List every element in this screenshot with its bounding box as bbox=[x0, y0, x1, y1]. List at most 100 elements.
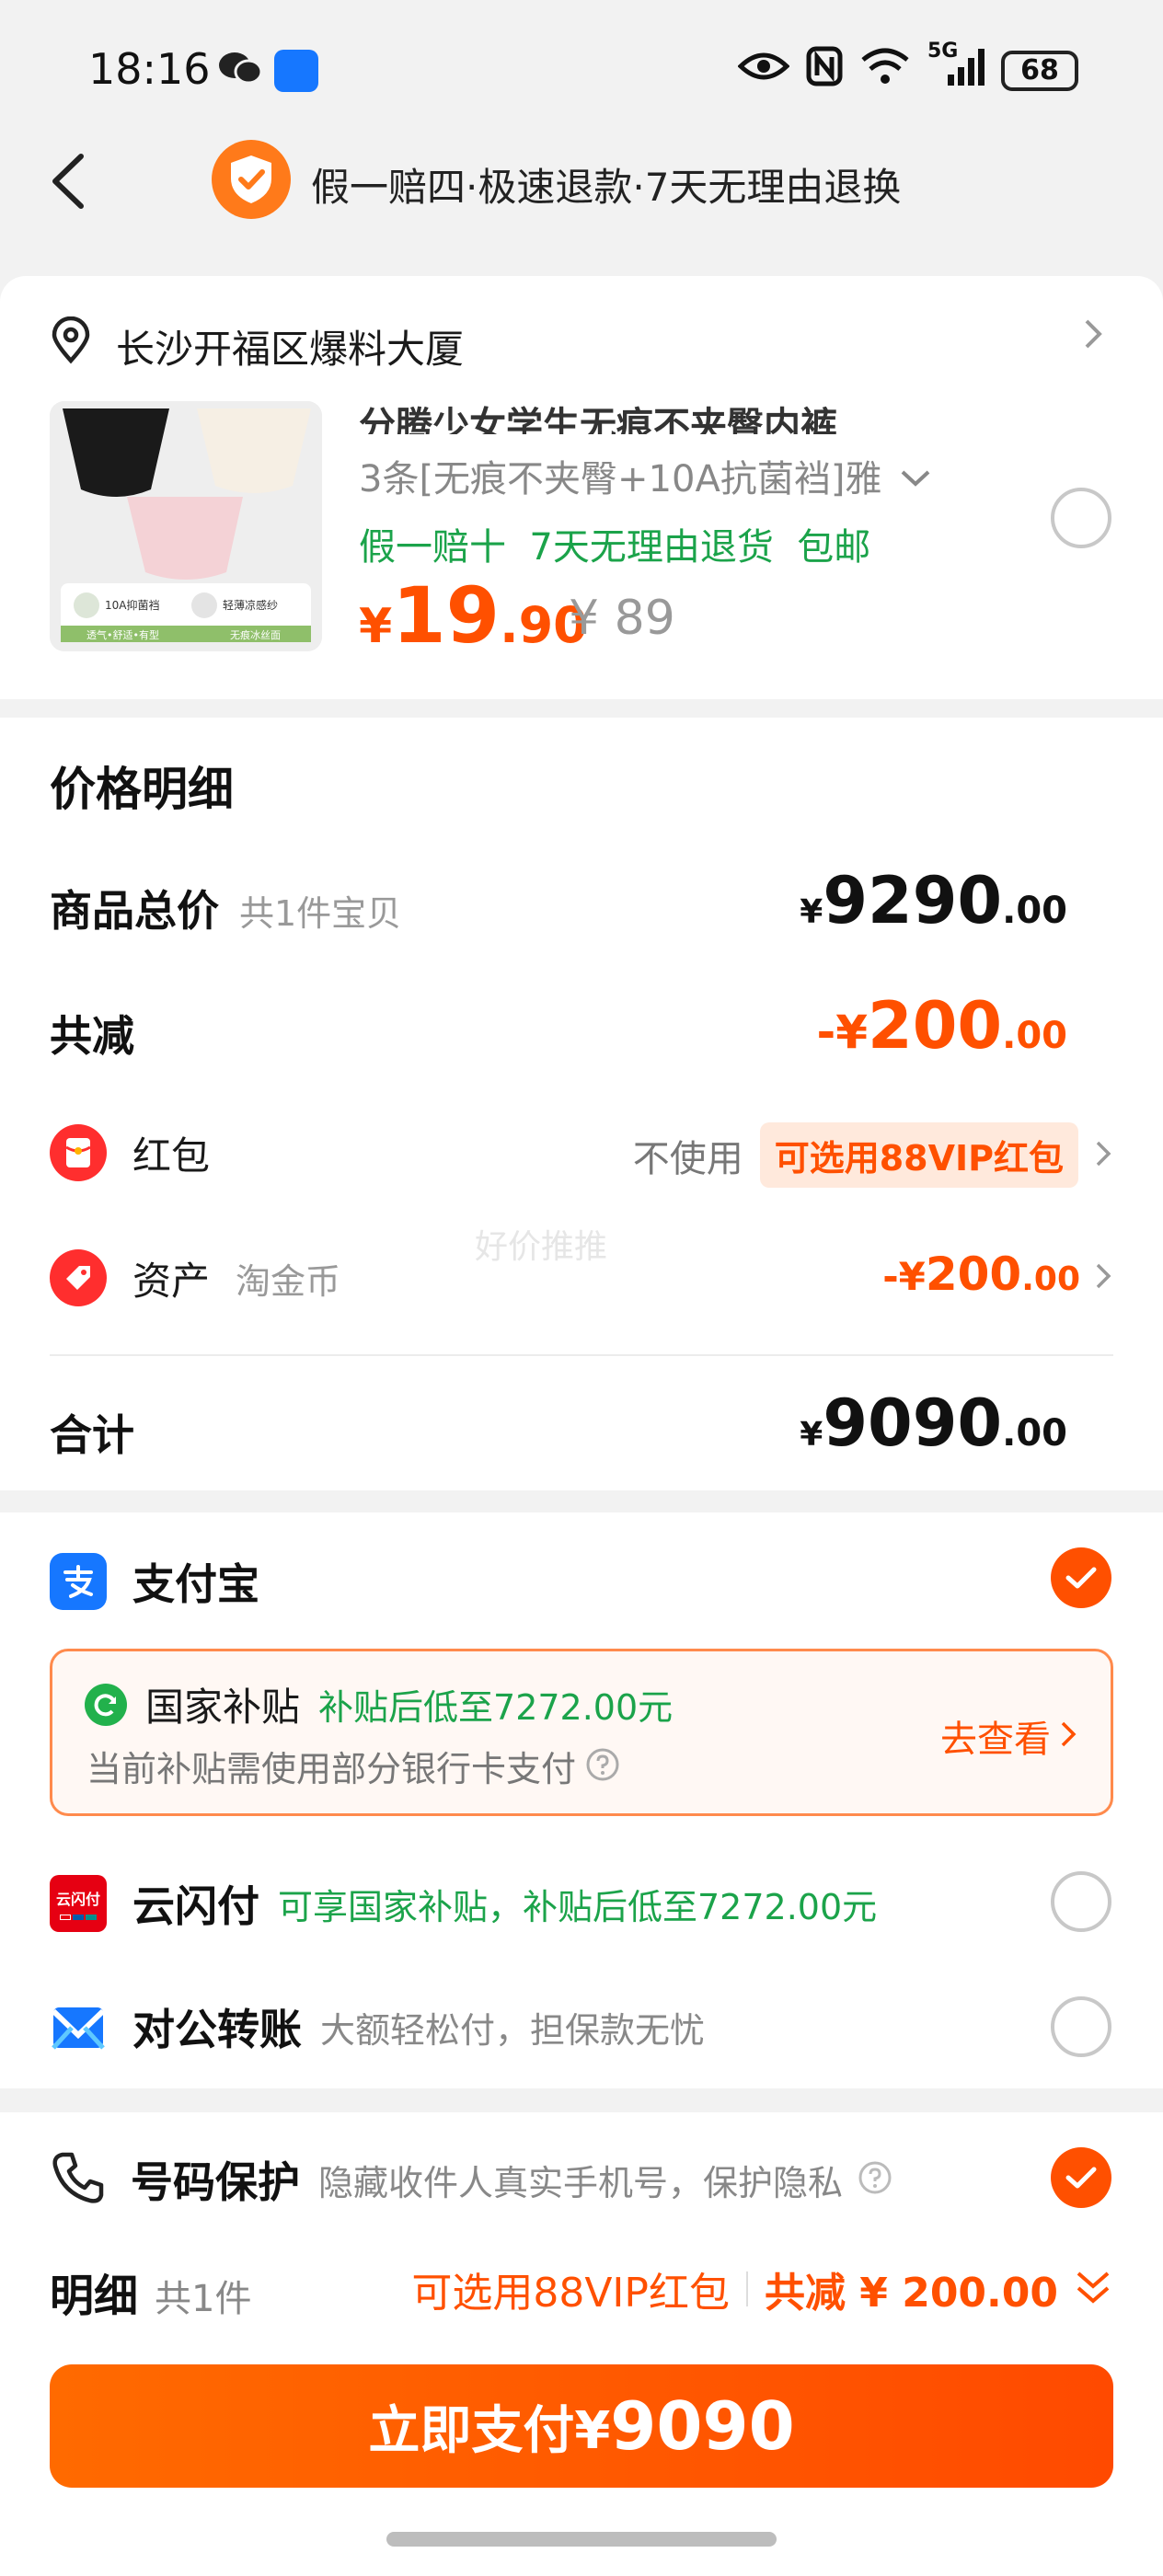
current-price: ¥ 19 .90 bbox=[359, 570, 588, 661]
alipay-label: 支付宝 bbox=[132, 1559, 259, 1609]
product-title[interactable]: 分腾少女学生无痕不夹臀内裤 bbox=[359, 396, 1058, 434]
chevron-down-icon bbox=[900, 454, 931, 497]
delivery-address[interactable]: 长沙开福区爆料大厦 bbox=[116, 318, 464, 374]
watermark-text: 好价推推 bbox=[475, 1228, 608, 1266]
assets-label: 资产 bbox=[132, 1258, 211, 1304]
product-select-radio[interactable] bbox=[1051, 488, 1111, 548]
price-integer: 19 bbox=[392, 570, 501, 661]
guarantee-shield-icon bbox=[212, 140, 291, 219]
network-type: 5G bbox=[927, 40, 959, 63]
alipay-radio-checked[interactable] bbox=[1051, 1547, 1111, 1608]
subsidy-note: 当前补贴需使用部分银行卡支付 bbox=[86, 1749, 577, 1789]
redpacket-status: 不使用 bbox=[632, 1137, 743, 1180]
subsidy-link-text: 去查看 bbox=[940, 1719, 1051, 1761]
subsidy-note-row: 当前补贴需使用部分银行卡支付 bbox=[86, 1741, 620, 1791]
subsidy-refresh-icon bbox=[85, 1683, 127, 1726]
alipay-icon bbox=[50, 1553, 107, 1610]
pay-button-amount: 9090 bbox=[610, 2387, 795, 2465]
location-pin-icon bbox=[50, 316, 92, 368]
product-image[interactable]: 10A抑菌裆 轻薄凉感纱 透气•舒适•有型 无痕冰丝面 bbox=[50, 401, 322, 651]
status-icons: 5G 68 bbox=[737, 40, 1078, 95]
currency-symbol: ¥ bbox=[800, 1416, 823, 1454]
goods-total-amount: ¥ 9290 .00 bbox=[800, 863, 1067, 938]
wifi-icon bbox=[859, 47, 911, 94]
vip-redpacket-hint: 可选用88VIP红包 bbox=[411, 2270, 730, 2317]
product-spec-text: 3条[无痕不夹臀+10A抗菌裆]雅 bbox=[359, 458, 882, 500]
unionpay-label: 云闪付 bbox=[132, 1881, 259, 1931]
redpacket-label: 红包 bbox=[132, 1133, 211, 1179]
alipay-option[interactable]: 支付宝 bbox=[50, 1551, 259, 1612]
address-chevron-icon[interactable] bbox=[1084, 316, 1102, 359]
subsidy-price: 补贴后低至7272.00元 bbox=[318, 1687, 674, 1728]
amount-decimal: .00 bbox=[1021, 1260, 1080, 1298]
check-icon bbox=[1065, 2167, 1097, 2189]
amount-integer: 9090 bbox=[823, 1386, 1003, 1461]
amount-integer: 9290 bbox=[823, 863, 1003, 938]
back-button[interactable] bbox=[44, 149, 99, 213]
price-detail-card bbox=[0, 718, 1163, 1490]
unionpay-option[interactable]: 云闪付 云闪付 可享国家补贴，补贴后低至7272.00元 bbox=[50, 1873, 877, 1934]
original-price: ¥ 89 bbox=[569, 591, 675, 646]
chevron-right-icon bbox=[1060, 1720, 1077, 1752]
privacy-toggle-checked[interactable] bbox=[1051, 2147, 1111, 2208]
cellular-icon: 5G bbox=[927, 40, 985, 94]
home-indicator[interactable] bbox=[386, 2532, 777, 2547]
check-icon bbox=[1065, 1567, 1097, 1589]
corporate-transfer-option[interactable]: 对公转账 大额轻松付，担保款无忧 bbox=[50, 1996, 705, 2057]
unionpay-note: 可享国家补贴，补贴后低至7272.00元 bbox=[278, 1886, 878, 1927]
assets-sub: 淘金币 bbox=[236, 1260, 341, 1302]
redpacket-row[interactable]: 红包 bbox=[50, 1124, 210, 1181]
corporate-note: 大额轻松付，担保款无忧 bbox=[320, 2009, 706, 2051]
detail-count: 共1件 bbox=[155, 2278, 252, 2320]
help-icon[interactable] bbox=[585, 1747, 620, 1786]
product-spec[interactable]: 3条[无痕不夹臀+10A抗菌裆]雅 bbox=[359, 449, 931, 502]
amount-decimal: .00 bbox=[1002, 1015, 1067, 1057]
amount-decimal: .00 bbox=[1002, 1412, 1067, 1455]
guarantee-title[interactable]: 假一赔四·极速退款·7天无理由退换 bbox=[311, 156, 901, 213]
service-tags: 假一赔十 7天无理由退货 包邮 bbox=[359, 526, 871, 569]
status-bar: 18:16 5G 68 bbox=[0, 0, 1163, 138]
redpacket-value[interactable]: 不使用 可选用88VIP红包 bbox=[633, 1122, 1111, 1188]
unionpay-icon: 云闪付 bbox=[50, 1875, 107, 1932]
corporate-radio[interactable] bbox=[1051, 1996, 1111, 2057]
amount-integer: 200 bbox=[925, 1248, 1022, 1301]
number-protection-row[interactable]: 号码保护 隐藏收件人真实手机号，保护隐私 bbox=[50, 2149, 892, 2210]
assets-row[interactable]: 资产 淘金币 bbox=[50, 1249, 340, 1306]
privacy-note: 隐藏收件人真实手机号，保护隐私 bbox=[318, 2162, 844, 2203]
phone-icon bbox=[50, 2149, 105, 2210]
goods-count: 共1件宝贝 bbox=[239, 893, 402, 934]
unionpay-stripes bbox=[60, 1915, 97, 1920]
subsidy-header: 国家补贴 补贴后低至7272.00元 bbox=[85, 1676, 673, 1732]
currency-symbol: -¥ bbox=[816, 1006, 869, 1059]
tag-icon bbox=[50, 1249, 107, 1306]
divider bbox=[745, 2271, 748, 2306]
detail-label: 明细 bbox=[50, 2271, 139, 2322]
privacy-label: 号码保护 bbox=[131, 2157, 300, 2207]
currency-symbol: ¥ bbox=[800, 893, 823, 931]
currency-symbol: -¥ bbox=[882, 1254, 926, 1299]
vip-redpacket-tag[interactable]: 可选用88VIP红包 bbox=[759, 1122, 1078, 1188]
goods-total-row: 商品总价 共1件宝贝 bbox=[50, 878, 401, 938]
pay-now-button[interactable]: 立即支付¥ 9090 bbox=[50, 2364, 1113, 2488]
battery-indicator: 68 bbox=[1001, 50, 1078, 91]
redpacket-icon bbox=[50, 1124, 107, 1181]
discount-label: 共减 bbox=[50, 1011, 134, 1061]
discount-summary[interactable]: 可选用88VIP红包 共减 ¥ 200.00 bbox=[411, 2260, 1111, 2318]
double-chevron-down-icon bbox=[1075, 2268, 1111, 2310]
assets-amount[interactable]: -¥ 200.00 bbox=[882, 1248, 1111, 1301]
price-detail-title: 价格明细 bbox=[50, 763, 234, 816]
subsidy-view-link[interactable]: 去查看 bbox=[940, 1709, 1077, 1763]
unionpay-radio[interactable] bbox=[1051, 1871, 1111, 1932]
pay-button-prefix: 立即支付¥ bbox=[368, 2400, 611, 2461]
goods-total-label: 商品总价 bbox=[50, 886, 219, 936]
svg-text:透气•舒适•有型: 透气•舒适•有型 bbox=[86, 628, 159, 641]
amount-integer: 200 bbox=[868, 988, 1003, 1064]
help-icon[interactable] bbox=[858, 2160, 892, 2199]
total-amount: ¥ 9090 .00 bbox=[800, 1386, 1067, 1461]
discount-amount: -¥ 200 .00 bbox=[816, 988, 1067, 1064]
unionpay-logo-text: 云闪付 bbox=[55, 1891, 100, 1908]
total-label: 合计 bbox=[50, 1410, 134, 1460]
detail-summary[interactable]: 明细 共1件 bbox=[50, 2260, 251, 2324]
mail-transfer-icon bbox=[50, 1998, 107, 2055]
subsidy-title: 国家补贴 bbox=[145, 1685, 301, 1730]
